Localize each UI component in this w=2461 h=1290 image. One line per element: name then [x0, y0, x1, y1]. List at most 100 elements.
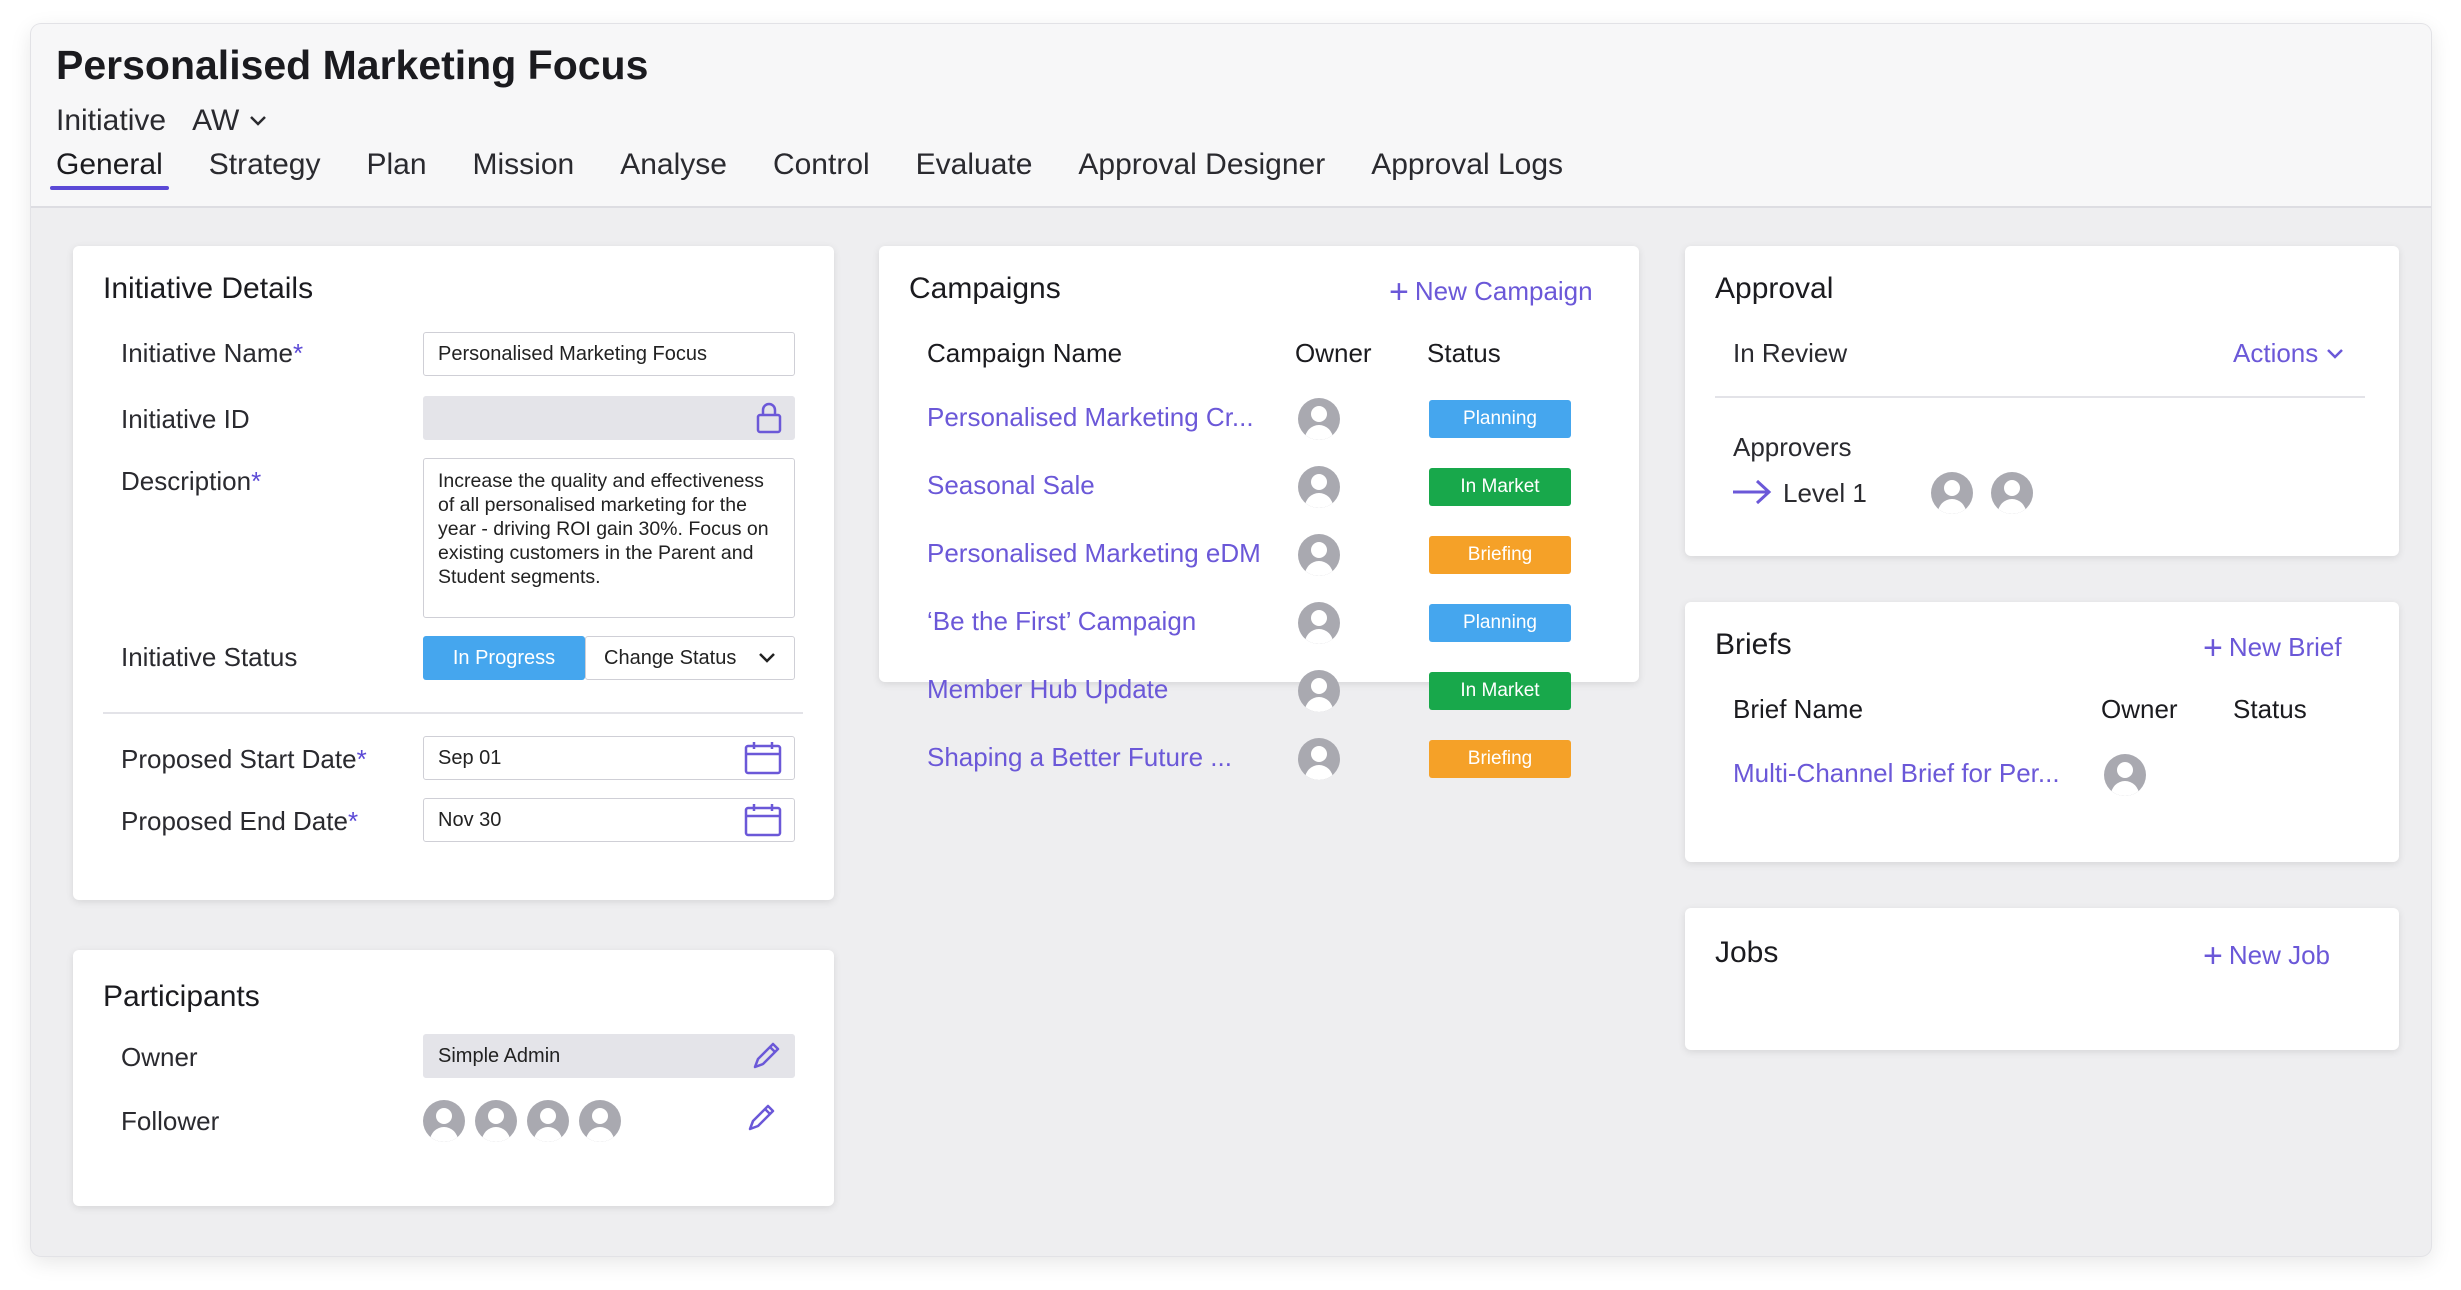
initiative-subline: Initiative AW — [56, 104, 267, 138]
owner-value: Simple Admin — [438, 1044, 561, 1067]
end-date-value: Nov 30 — [438, 808, 502, 831]
status-badge: Planning — [1429, 400, 1571, 438]
tab-approval-logs[interactable]: Approval Logs — [1371, 148, 1563, 190]
change-status-label: Change Status — [604, 646, 737, 669]
campaigns-title: Campaigns — [909, 272, 1061, 305]
campaign-link[interactable]: Shaping a Better Future ... — [927, 742, 1267, 773]
campaigns-card: Campaigns + New Campaign Campaign Name O… — [879, 246, 1639, 712]
campaign-owner-avatar[interactable] — [1298, 534, 1340, 576]
app-window: Personalised Marketing Focus Initiative … — [31, 24, 2431, 1256]
pencil-icon[interactable] — [745, 1102, 777, 1134]
owner-short-label: AW — [192, 104, 240, 137]
column-header: Status — [1427, 338, 1501, 368]
end-date-label: Proposed End Date* — [121, 806, 359, 836]
briefs-card: Briefs + New Brief Brief Name Owner Stat… — [1685, 602, 2399, 862]
initiative-name-label: Initiative Name* — [121, 338, 304, 368]
owner-selector[interactable]: AW — [192, 104, 267, 138]
actions-dropdown[interactable]: Actions — [2233, 338, 2344, 369]
status-badge: Briefing — [1429, 740, 1571, 778]
briefs-title: Briefs — [1715, 628, 1792, 661]
start-date-input[interactable]: Sep 01 — [423, 736, 795, 780]
new-campaign-button[interactable]: + New Campaign — [1389, 275, 1593, 309]
campaign-owner-avatar[interactable] — [1298, 602, 1340, 644]
start-date-label: Proposed Start Date* — [121, 744, 367, 774]
campaign-link[interactable]: Member Hub Update — [927, 674, 1267, 705]
end-date-input[interactable]: Nov 30 — [423, 798, 795, 842]
follower-avatar[interactable] — [423, 1100, 465, 1142]
lock-icon — [756, 402, 782, 434]
initiative-details-card: Initiative Details Initiative Name* Pers… — [73, 246, 834, 900]
tab-analyse[interactable]: Analyse — [620, 148, 727, 190]
approval-title: Approval — [1715, 272, 1834, 305]
initiative-id-field — [423, 396, 795, 440]
follower-avatar[interactable] — [475, 1100, 517, 1142]
pencil-icon[interactable] — [750, 1040, 782, 1072]
follower-label: Follower — [121, 1106, 220, 1136]
campaign-owner-avatar[interactable] — [1298, 738, 1340, 780]
approval-level-label: Level 1 — [1783, 478, 1867, 508]
new-brief-label: New Brief — [2228, 632, 2342, 662]
initiative-name-input[interactable]: Personalised Marketing Focus — [423, 332, 795, 376]
campaign-link[interactable]: Seasonal Sale — [927, 470, 1267, 501]
column-header: Status — [2233, 694, 2307, 724]
owner-label: Owner — [121, 1042, 198, 1072]
initiative-details-title: Initiative Details — [103, 272, 314, 305]
approver-avatar[interactable] — [1931, 472, 1973, 514]
initiative-status-label: Initiative Status — [121, 642, 298, 672]
approval-card: Approval In Review Actions Approvers Lev… — [1685, 246, 2399, 556]
participants-title: Participants — [103, 980, 260, 1013]
status-badge: Briefing — [1429, 536, 1571, 574]
tab-mission[interactable]: Mission — [473, 148, 575, 190]
status-badge: In Market — [1429, 468, 1571, 506]
arrow-right-icon — [1733, 479, 1772, 505]
brief-owner-avatar[interactable] — [2104, 754, 2146, 796]
participants-card: Participants Owner Simple Admin Follower — [73, 950, 834, 1206]
campaign-owner-avatar[interactable] — [1298, 670, 1340, 712]
plus-icon: + — [2203, 936, 2223, 975]
page-title: Personalised Marketing Focus — [56, 42, 649, 88]
jobs-card: Jobs + New Job — [1685, 908, 2399, 1050]
tab-strategy[interactable]: Strategy — [209, 148, 321, 190]
chevron-down-icon — [759, 653, 775, 663]
tab-general[interactable]: General — [50, 148, 169, 190]
page-header: Personalised Marketing Focus Initiative … — [31, 24, 2431, 208]
tab-evaluate[interactable]: Evaluate — [916, 148, 1033, 190]
campaign-link[interactable]: Personalised Marketing eDM — [927, 538, 1267, 569]
details-divider — [103, 712, 803, 714]
column-header: Owner — [1295, 338, 1372, 368]
description-textarea[interactable]: Increase the quality and effectiveness o… — [423, 458, 795, 618]
campaign-owner-avatar[interactable] — [1298, 466, 1340, 508]
tab-approval-designer[interactable]: Approval Designer — [1078, 148, 1325, 190]
initiative-type-label: Initiative — [56, 104, 167, 137]
column-header: Owner — [2101, 694, 2178, 724]
tab-bar: General Strategy Plan Mission Analyse Co… — [50, 148, 1609, 190]
campaign-link[interactable]: ‘Be the First’ Campaign — [927, 606, 1267, 637]
calendar-icon[interactable] — [744, 803, 782, 837]
change-status-dropdown[interactable]: Change Status — [585, 636, 795, 680]
approval-divider — [1715, 396, 2365, 398]
tab-plan[interactable]: Plan — [366, 148, 426, 190]
status-badge: In Market — [1429, 672, 1571, 710]
new-job-label: New Job — [2228, 940, 2331, 970]
description-label: Description* — [121, 466, 262, 496]
column-header: Brief Name — [1733, 694, 1864, 724]
approver-avatar[interactable] — [1991, 472, 2033, 514]
campaign-owner-avatar[interactable] — [1298, 398, 1340, 440]
tab-control[interactable]: Control — [773, 148, 870, 190]
new-brief-button[interactable]: + New Brief — [2203, 631, 2342, 665]
follower-avatar[interactable] — [527, 1100, 569, 1142]
approval-state: In Review — [1733, 338, 1848, 368]
initiative-status-badge: In Progress — [423, 636, 585, 680]
status-badge: Planning — [1429, 604, 1571, 642]
initiative-id-label: Initiative ID — [121, 404, 250, 434]
calendar-icon[interactable] — [744, 741, 782, 775]
brief-link[interactable]: Multi-Channel Brief for Per... — [1733, 758, 2073, 789]
column-header: Campaign Name — [927, 338, 1123, 368]
chevron-down-icon — [2327, 348, 2344, 359]
owner-field: Simple Admin — [423, 1034, 795, 1078]
actions-label: Actions — [2233, 338, 2319, 368]
chevron-down-icon — [250, 116, 267, 126]
campaign-link[interactable]: Personalised Marketing Cr... — [927, 402, 1267, 433]
new-job-button[interactable]: + New Job — [2203, 936, 2331, 975]
follower-avatar[interactable] — [579, 1100, 621, 1142]
